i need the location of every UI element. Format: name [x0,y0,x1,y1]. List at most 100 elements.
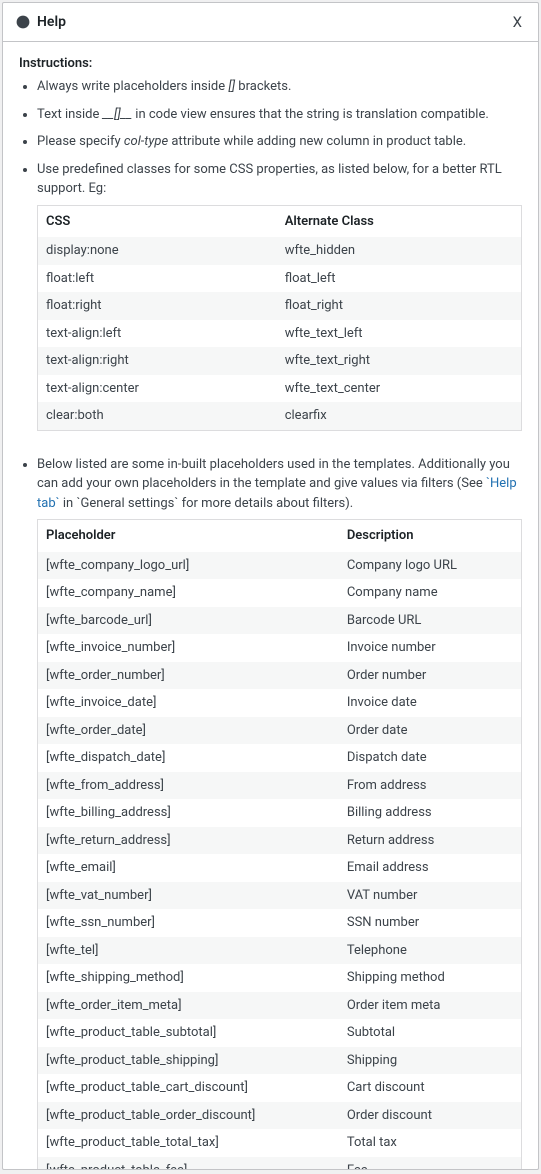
placeholder-cell: [wfte_ssn_number] [38,909,339,937]
placeholder-cell: [wfte_dispatch_date] [38,744,339,772]
instruction-item: Use predefined classes for some CSS prop… [37,160,522,431]
placeholder-cell: [wfte_company_logo_url] [38,552,339,580]
table-row: [wfte_shipping_method]Shipping method [38,964,522,992]
placeholder-cell: [wfte_order_item_meta] [38,992,339,1020]
text: Use predefined classes for some CSS prop… [37,162,502,197]
placeholder-cell: [wfte_invoice_date] [38,689,339,717]
placeholder-cell: [wfte_billing_address] [38,799,339,827]
table-row: float:rightfloat_right [38,292,522,320]
text: Text inside [37,107,103,122]
table-row: [wfte_ssn_number]SSN number [38,909,522,937]
support-icon [15,14,31,30]
text-em: col-type [124,134,168,149]
css-cell: float:left [38,265,277,293]
placeholder-cell: [wfte_order_number] [38,662,339,690]
table-row: text-align:leftwfte_text_left [38,320,522,348]
description-cell: Billing address [339,799,522,827]
css-cell: text-align:left [38,320,277,348]
description-cell: Shipping method [339,964,522,992]
table-row: [wfte_vat_number]VAT number [38,882,522,910]
table-row: [wfte_email]Email address [38,854,522,882]
description-cell: Cart discount [339,1074,522,1102]
placeholder-cell: [wfte_shipping_method] [38,964,339,992]
table-row: [wfte_company_name]Company name [38,579,522,607]
panel-body: Instructions: Always write placeholders … [3,42,538,1169]
instructions-list: Always write placeholders inside [] brac… [19,77,522,431]
ph-table-head-desc: Description [339,520,522,552]
text: in code view ensures that the string is … [132,107,489,122]
table-row: [wfte_product_table_shipping]Shipping [38,1047,522,1075]
table-row: [wfte_order_item_meta]Order item meta [38,992,522,1020]
panel-header: Help X [3,3,538,42]
placeholder-cell: [wfte_from_address] [38,772,339,800]
description-cell: Invoice date [339,689,522,717]
placeholder-cell: [wfte_barcode_url] [38,607,339,635]
placeholder-cell: [wfte_vat_number] [38,882,339,910]
table-row: [wfte_order_date]Order date [38,717,522,745]
description-cell: Barcode URL [339,607,522,635]
css-table-head-class: Alternate Class [277,205,522,237]
description-cell: Order number [339,662,522,690]
table-row: float:leftfloat_left [38,265,522,293]
panel-title: Help [37,14,66,30]
description-cell: Order date [339,717,522,745]
css-cell: text-align:center [38,375,277,403]
table-row: [wfte_tel]Telephone [38,937,522,965]
css-cell: float:right [38,292,277,320]
table-row: [wfte_from_address]From address [38,772,522,800]
class-cell: wfte_text_right [277,347,522,375]
table-row: clear:bothclearfix [38,402,522,430]
description-cell: Dispatch date [339,744,522,772]
placeholder-cell: [wfte_email] [38,854,339,882]
table-row: [wfte_dispatch_date]Dispatch date [38,744,522,772]
placeholder-cell: [wfte_product_table_fee] [38,1157,339,1170]
placeholder-cell: [wfte_product_table_total_tax] [38,1129,339,1157]
table-row: [wfte_product_table_subtotal]Subtotal [38,1019,522,1047]
table-row: [wfte_invoice_date]Invoice date [38,689,522,717]
description-cell: Order item meta [339,992,522,1020]
description-cell: Subtotal [339,1019,522,1047]
table-row: [wfte_product_table_cart_discount]Cart d… [38,1074,522,1102]
class-cell: wfte_text_left [277,320,522,348]
css-cell: clear:both [38,402,277,430]
description-cell: From address [339,772,522,800]
text: Always write placeholders inside [37,79,228,94]
table-row: text-align:rightwfte_text_right [38,347,522,375]
table-row: [wfte_product_table_order_discount]Order… [38,1102,522,1130]
description-cell: Invoice number [339,634,522,662]
css-cell: display:none [38,237,277,265]
description-cell: VAT number [339,882,522,910]
description-cell: Company name [339,579,522,607]
text: attribute while adding new column in pro… [168,134,466,149]
text: in `General settings` for more details a… [60,496,354,511]
description-cell: Total tax [339,1129,522,1157]
ph-table-head-placeholder: Placeholder [38,520,339,552]
description-cell: Fee [339,1157,522,1170]
instruction-item: Text inside __[]__ in code view ensures … [37,105,522,125]
class-cell: clearfix [277,402,522,430]
description-cell: Shipping [339,1047,522,1075]
placeholder-cell: [wfte_invoice_number] [38,634,339,662]
placeholder-cell: [wfte_product_table_shipping] [38,1047,339,1075]
table-row: [wfte_product_table_total_tax]Total tax [38,1129,522,1157]
text-em: __[]__ [103,107,132,122]
description-cell: SSN number [339,909,522,937]
placeholder-cell: [wfte_return_address] [38,827,339,855]
help-panel: Help X Instructions: Always write placeh… [2,2,539,1170]
description-cell: Company logo URL [339,552,522,580]
table-row: text-align:centerwfte_text_center [38,375,522,403]
text: Please specify [37,134,124,149]
instruction-item: Please specify col-type attribute while … [37,132,522,152]
class-cell: wfte_hidden [277,237,522,265]
table-row: [wfte_order_number]Order number [38,662,522,690]
description-cell: Email address [339,854,522,882]
placeholder-cell: [wfte_order_date] [38,717,339,745]
instruction-item: Below listed are some in-built placehold… [37,455,522,1170]
class-cell: float_left [277,265,522,293]
table-row: [wfte_billing_address]Billing address [38,799,522,827]
instruction-item: Always write placeholders inside [] brac… [37,77,522,97]
close-button[interactable]: X [509,11,526,33]
description-cell: Return address [339,827,522,855]
description-cell: Order discount [339,1102,522,1130]
text: Below listed are some in-built placehold… [37,457,510,492]
